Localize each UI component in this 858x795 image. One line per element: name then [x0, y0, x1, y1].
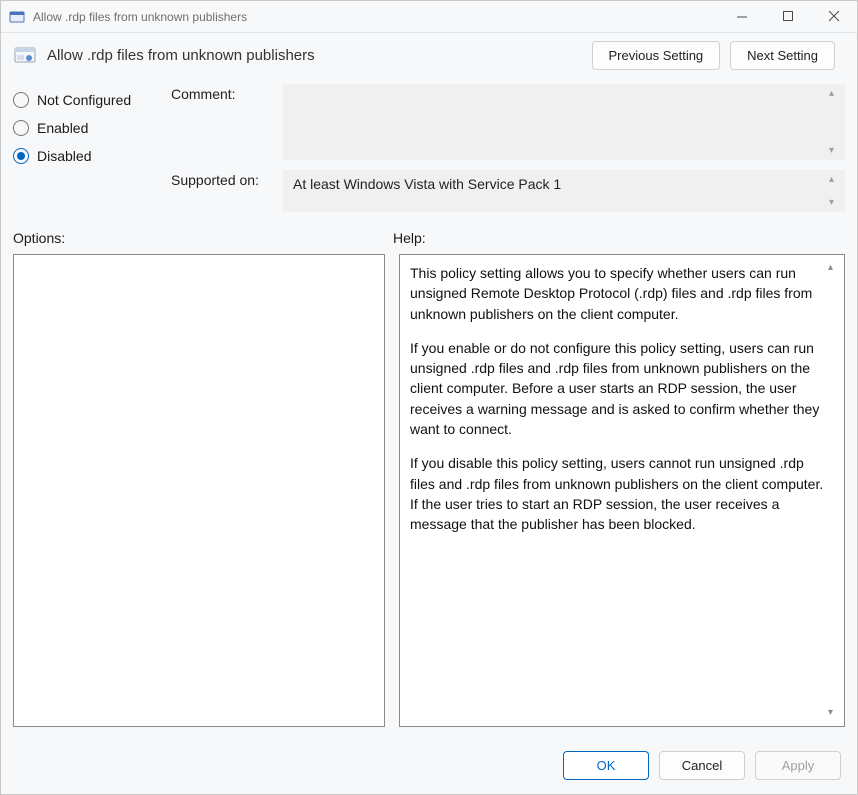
state-radio-group: Not Configured Enabled Disabled: [13, 84, 153, 212]
options-section-label: Options:: [13, 230, 393, 246]
help-section-label: Help:: [393, 230, 426, 246]
body: Not Configured Enabled Disabled Comment:…: [1, 78, 857, 739]
supported-on-field: At least Windows Vista with Service Pack…: [283, 170, 845, 212]
radio-disabled[interactable]: Disabled: [13, 148, 153, 164]
supported-on-label: Supported on:: [171, 170, 271, 188]
policy-editor-window: Allow .rdp files from unknown publishers…: [0, 0, 858, 795]
cancel-button[interactable]: Cancel: [659, 751, 745, 780]
help-paragraph: If you disable this policy setting, user…: [410, 453, 826, 534]
scroll-up-icon: ▴: [829, 88, 841, 99]
radio-icon: [13, 148, 29, 164]
help-panel: This policy setting allows you to specif…: [399, 254, 845, 727]
close-button[interactable]: [811, 1, 857, 32]
app-icon: [9, 9, 25, 25]
policy-icon: [13, 44, 37, 68]
window-buttons: [719, 1, 857, 32]
minimize-button[interactable]: [719, 1, 765, 32]
ok-button[interactable]: OK: [563, 751, 649, 780]
maximize-button[interactable]: [765, 1, 811, 32]
apply-button: Apply: [755, 751, 841, 780]
comment-textarea[interactable]: ▴▾: [283, 84, 845, 160]
previous-setting-button[interactable]: Previous Setting: [592, 41, 721, 70]
scroll-down-icon: ▾: [828, 706, 840, 721]
scrollbar[interactable]: ▴▾: [829, 174, 841, 208]
help-paragraph: This policy setting allows you to specif…: [410, 263, 826, 324]
header: Allow .rdp files from unknown publishers…: [1, 33, 857, 78]
titlebar: Allow .rdp files from unknown publishers: [1, 1, 857, 33]
scrollbar[interactable]: ▴▾: [828, 261, 840, 720]
supported-on-value: At least Windows Vista with Service Pack…: [293, 176, 561, 192]
footer: OK Cancel Apply: [1, 739, 857, 794]
radio-icon: [13, 92, 29, 108]
scroll-down-icon: ▾: [829, 145, 841, 156]
scroll-up-icon: ▴: [828, 261, 840, 276]
help-paragraph: If you enable or do not configure this p…: [410, 338, 826, 439]
scrollbar[interactable]: ▴▾: [829, 88, 841, 156]
comment-label: Comment:: [171, 84, 271, 102]
radio-label: Enabled: [37, 120, 88, 136]
policy-title: Allow .rdp files from unknown publishers: [47, 47, 592, 64]
next-setting-button[interactable]: Next Setting: [730, 41, 835, 70]
window-title: Allow .rdp files from unknown publishers: [33, 10, 719, 24]
radio-label: Not Configured: [37, 92, 131, 108]
scroll-down-icon: ▾: [829, 197, 841, 208]
radio-label: Disabled: [37, 148, 91, 164]
radio-enabled[interactable]: Enabled: [13, 120, 153, 136]
radio-not-configured[interactable]: Not Configured: [13, 92, 153, 108]
options-panel: [13, 254, 385, 727]
scroll-up-icon: ▴: [829, 174, 841, 185]
radio-icon: [13, 120, 29, 136]
